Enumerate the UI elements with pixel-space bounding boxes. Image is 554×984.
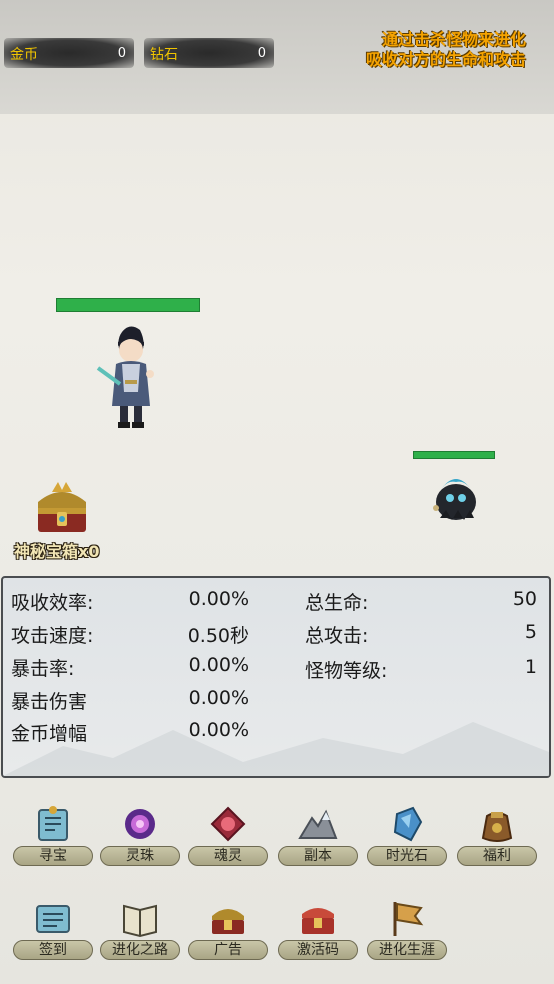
activation-code-label: 激活码: [278, 940, 358, 960]
evolution-road-label: 进化之路: [100, 940, 180, 960]
stat-crit-rate-label: 暴击率:: [11, 658, 75, 680]
dungeon-label: 副本: [278, 846, 358, 866]
stat-crit-damage-value: 0.00%: [188, 687, 249, 709]
diamond-value: 0: [257, 46, 266, 61]
gift-bag-icon: [481, 812, 513, 842]
dungeon-button[interactable]: 副本: [278, 804, 358, 876]
stat-crit-damage-label: 暴击伤害: [11, 691, 88, 713]
banner-flag-icon: [393, 902, 424, 936]
stat-monster-level-value: 1: [524, 656, 537, 678]
evolution-career-label: 进化生涯: [367, 940, 447, 960]
treasure-hunt-label: 寻宝: [13, 846, 93, 866]
activation-code-button[interactable]: 激活码: [278, 898, 358, 970]
stat-total-attack-label: 总攻击:: [305, 625, 369, 647]
ad-chest-icon: [212, 909, 244, 934]
spirit-orb-icon: [125, 809, 155, 839]
welfare-button[interactable]: 福利: [457, 804, 537, 876]
hero-character: [96, 326, 154, 428]
ad-label: 广告: [188, 940, 268, 960]
stat-attack-speed-value: 0.50秒: [187, 625, 249, 647]
stat-crit-rate-value: 0.00%: [188, 654, 249, 676]
stat-absorb-value: 0.00%: [188, 588, 249, 610]
welfare-label: 福利: [457, 846, 537, 866]
monster-character: [433, 479, 476, 520]
mystery-chest-icon[interactable]: [32, 478, 92, 536]
mystery-chest-label: 神秘宝箱x0: [14, 542, 100, 561]
gold-counter: 金币 0: [4, 38, 134, 68]
time-stone-label: 时光石: [367, 846, 447, 866]
diamond-label: 钻石: [150, 47, 178, 63]
time-stone-button[interactable]: 时光石: [367, 804, 447, 876]
treasure-hunt-button[interactable]: 寻宝: [13, 804, 93, 876]
checkin-scroll-icon: [36, 905, 70, 933]
hint-line-1: 通过击杀怪物来进化: [381, 30, 526, 49]
spirit-orb-label: 灵珠: [100, 846, 180, 866]
evolution-road-button[interactable]: 进化之路: [100, 898, 180, 970]
hero-hp-bar: [56, 298, 200, 312]
monster-hp-bar: [413, 451, 495, 459]
stat-absorb-label: 吸收效率:: [11, 592, 94, 614]
diamond-counter: 钻石 0: [144, 38, 274, 68]
map-scroll-icon: [38, 806, 68, 841]
hint-line-2: 吸收对方的生命和攻击: [365, 50, 526, 69]
ad-button[interactable]: 广告: [188, 898, 268, 970]
soul-gem-icon: [210, 806, 246, 842]
gold-label: 金币: [10, 47, 38, 63]
evolution-career-button[interactable]: 进化生涯: [367, 898, 447, 970]
spirit-orb-button[interactable]: 灵珠: [100, 804, 180, 876]
stat-monster-level-label: 怪物等级:: [305, 660, 388, 682]
stat-total-hp-label: 总生命:: [305, 592, 369, 614]
evolution-hint: 通过击杀怪物来进化 吸收对方的生命和攻击: [306, 30, 526, 70]
code-chest-icon: [302, 908, 334, 934]
crystal-icon: [393, 806, 423, 842]
stat-total-attack-value: 5: [524, 621, 537, 643]
stats-panel: 吸收效率: 0.00% 攻击速度: 0.50秒 暴击率: 0.00% 暴击伤害 …: [1, 576, 551, 778]
book-icon: [123, 904, 157, 938]
soul-button[interactable]: 魂灵: [188, 804, 268, 876]
soul-label: 魂灵: [188, 846, 268, 866]
top-bar: 金币 0 钻石 0 通过击杀怪物来进化 吸收对方的生命和攻击: [0, 0, 554, 114]
checkin-label: 签到: [13, 940, 93, 960]
gold-value: 0: [117, 46, 126, 61]
checkin-button[interactable]: 签到: [13, 898, 93, 970]
mountain-icon: [298, 809, 338, 839]
stat-gold-bonus-value: 0.00%: [188, 719, 249, 741]
stat-attack-speed-label: 攻击速度:: [11, 625, 94, 647]
stat-gold-bonus-label: 金币增幅: [11, 723, 88, 745]
stat-total-hp-value: 50: [512, 588, 537, 610]
